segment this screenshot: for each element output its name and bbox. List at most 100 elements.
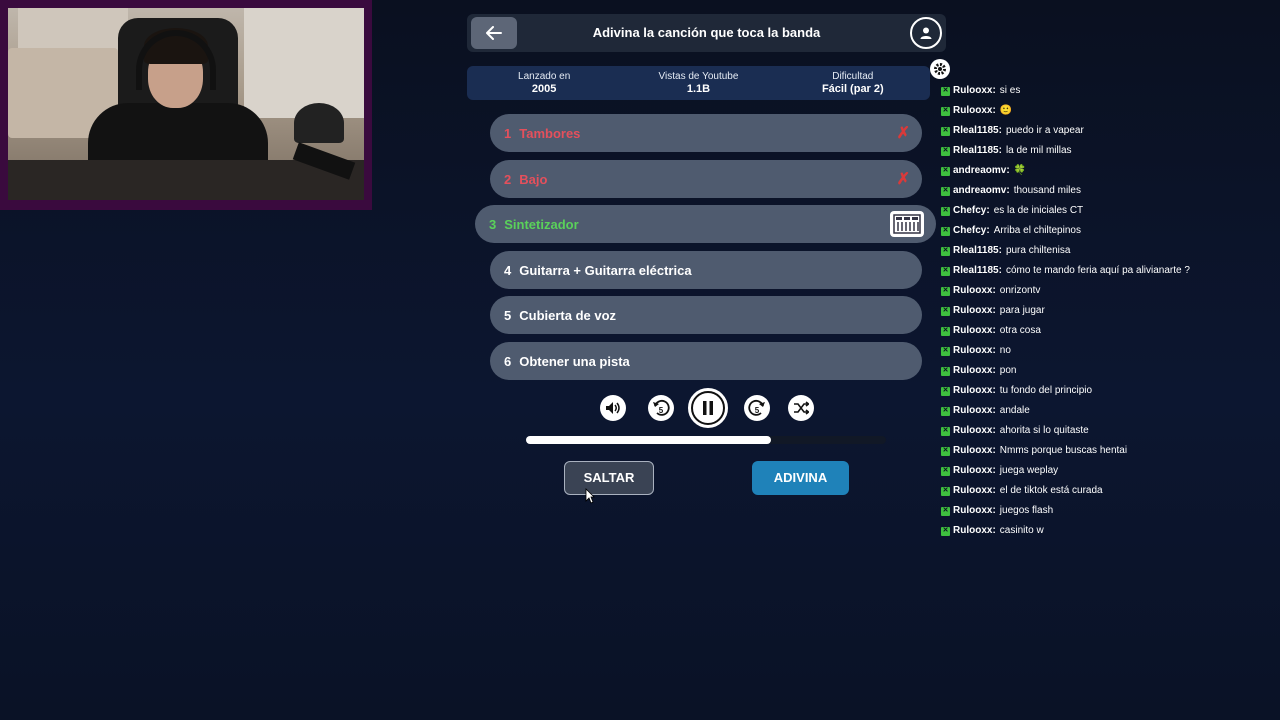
chat-badge-icon: ✕ [941, 346, 950, 356]
track-item-6[interactable]: 6 Obtener una pista [490, 342, 922, 380]
player-controls: 5 5 [600, 388, 818, 428]
chat-username[interactable]: Rulooxx: [953, 381, 996, 401]
chat-message: ✕ Rleal1185: pura chiltenisa [941, 241, 1261, 261]
chat-username[interactable]: Chefcy: [953, 201, 990, 221]
chat-message: ✕ Rulooxx: 🙂 [941, 101, 1261, 121]
track-item-4[interactable]: 4 Guitarra + Guitarra eléctrica [490, 251, 922, 289]
chat-text: 🙂 [999, 105, 1013, 116]
volume-button[interactable] [600, 395, 626, 421]
chat-username[interactable]: Rulooxx: [953, 81, 996, 101]
chat-text: onrizontv [999, 285, 1041, 296]
chat-text: pura chiltenisa [1005, 245, 1071, 256]
chat-text: ahorita si lo quitaste [999, 425, 1089, 436]
chat-text: otra cosa [999, 325, 1041, 336]
song-progress-fill [526, 436, 771, 444]
chat-message: ✕ Rulooxx: juegos flash [941, 501, 1261, 521]
chat-username[interactable]: Rleal1185: [953, 241, 1002, 261]
chat-username[interactable]: Rulooxx: [953, 461, 996, 481]
chat-badge-icon: ✕ [941, 446, 950, 456]
chat-username[interactable]: Rulooxx: [953, 301, 996, 321]
chat-badge-icon: ✕ [941, 306, 950, 316]
chat-username[interactable]: Rleal1185: [953, 261, 1002, 281]
track-label: Obtener una pista [519, 353, 630, 369]
chat-message: ✕ Rulooxx: tu fondo del principio [941, 381, 1261, 401]
chat-username[interactable]: Rulooxx: [953, 521, 996, 541]
chat-badge-icon: ✕ [941, 466, 950, 476]
track-label: Bajo [519, 171, 548, 187]
svg-text:5: 5 [659, 406, 664, 415]
rewind-button[interactable]: 5 [648, 395, 674, 421]
track-label: Tambores [519, 125, 581, 141]
chat-username[interactable]: Rleal1185: [953, 141, 1002, 161]
chat-text: la de mil millas [1005, 145, 1072, 156]
synthesizer-icon [890, 211, 924, 237]
track-item-5[interactable]: 5 Cubierta de voz [490, 296, 922, 334]
chat-username[interactable]: andreaomv: [953, 161, 1010, 181]
chat-badge-icon: ✕ [941, 106, 950, 116]
skip-button[interactable]: SALTAR [564, 461, 654, 495]
chat-username[interactable]: Rulooxx: [953, 101, 996, 121]
chat-username[interactable]: andreaomv: [953, 181, 1010, 201]
chat-username[interactable]: Rulooxx: [953, 421, 996, 441]
chat-username[interactable]: Rulooxx: [953, 501, 996, 521]
stat-difficulty: Dificultad Fácil (par 2) [821, 71, 884, 95]
chat-username[interactable]: Rulooxx: [953, 281, 996, 301]
song-progress-bar[interactable] [526, 436, 886, 444]
chat-message: ✕ Rulooxx: casinito w [941, 521, 1261, 541]
chat-username[interactable]: Rulooxx: [953, 321, 996, 341]
gear-icon [934, 63, 946, 75]
chat-message: ✕ Rulooxx: para jugar [941, 301, 1261, 321]
pause-button[interactable] [688, 388, 728, 428]
chat-username[interactable]: Rulooxx: [953, 361, 996, 381]
webcam-video [8, 8, 364, 200]
shuffle-button[interactable] [788, 395, 814, 421]
chat-badge-icon: ✕ [941, 486, 950, 496]
chat-message: ✕ Rleal1185: la de mil millas [941, 141, 1261, 161]
chat-message: ✕ andreaomv: thousand miles [941, 181, 1261, 201]
chat-badge-icon: ✕ [941, 146, 950, 156]
chat-username[interactable]: Rleal1185: [953, 121, 1002, 141]
profile-button[interactable] [910, 17, 942, 49]
chat-message: ✕ andreaomv: 🍀 [941, 161, 1261, 181]
svg-text:5: 5 [755, 406, 760, 415]
forward-button[interactable]: 5 [744, 395, 770, 421]
chat-username[interactable]: Chefcy: [953, 221, 990, 241]
guess-button[interactable]: ADIVINA [752, 461, 849, 495]
chat-message: ✕ Chefcy: Arriba el chiltepinos [941, 221, 1261, 241]
chat-text: juega weplay [999, 465, 1059, 476]
chat-badge-icon: ✕ [941, 386, 950, 396]
track-item-3[interactable]: 3 Sintetizador [475, 205, 936, 243]
chat-username[interactable]: Rulooxx: [953, 341, 996, 361]
chat-message: ✕ Rulooxx: pon [941, 361, 1261, 381]
chat-badge-icon: ✕ [941, 506, 950, 516]
chat-text: pon [999, 365, 1017, 376]
chat-text: puedo ir a vapear [1005, 125, 1084, 136]
chat-message: ✕ Rleal1185: puedo ir a vapear [941, 121, 1261, 141]
chat-text: Arriba el chiltepinos [993, 225, 1081, 236]
chat-text: si es [999, 85, 1021, 96]
chat-badge-icon: ✕ [941, 86, 950, 96]
shuffle-icon [794, 401, 809, 415]
chat-text: no [999, 345, 1011, 356]
chat-text: casinito w [999, 525, 1044, 536]
back-button[interactable] [471, 17, 517, 49]
chat-username[interactable]: Rulooxx: [953, 481, 996, 501]
chat-username[interactable]: Rulooxx: [953, 401, 996, 421]
chat-text: el de tiktok está curada [999, 485, 1103, 496]
chat-text: tu fondo del principio [999, 385, 1093, 396]
chat-text: cómo te mando feria aquí pa alivianarte … [1005, 265, 1190, 276]
chat-message: ✕ Rleal1185: cómo te mando feria aquí pa a… [941, 261, 1261, 281]
chat-badge-icon: ✕ [941, 266, 950, 276]
chat-text: 🍀 [1013, 165, 1027, 176]
track-label: Sintetizador [504, 216, 579, 232]
track-label: Cubierta de voz [519, 307, 617, 323]
forward-5-icon: 5 [748, 399, 765, 416]
chat-badge-icon: ✕ [941, 526, 950, 536]
chat-message: ✕ Rulooxx: onrizontv [941, 281, 1261, 301]
chat-list: ✕ Rulooxx: si es ✕ Rulooxx: 🙂 ✕ Rleal1185: puedo… [941, 81, 1261, 541]
chat-message: ✕ Rulooxx: juega weplay [941, 461, 1261, 481]
settings-button[interactable] [930, 59, 950, 79]
chat-username[interactable]: Rulooxx: [953, 441, 996, 461]
webcam-overlay [0, 0, 372, 210]
game-header: Adivina la canción que toca la banda [467, 14, 946, 52]
